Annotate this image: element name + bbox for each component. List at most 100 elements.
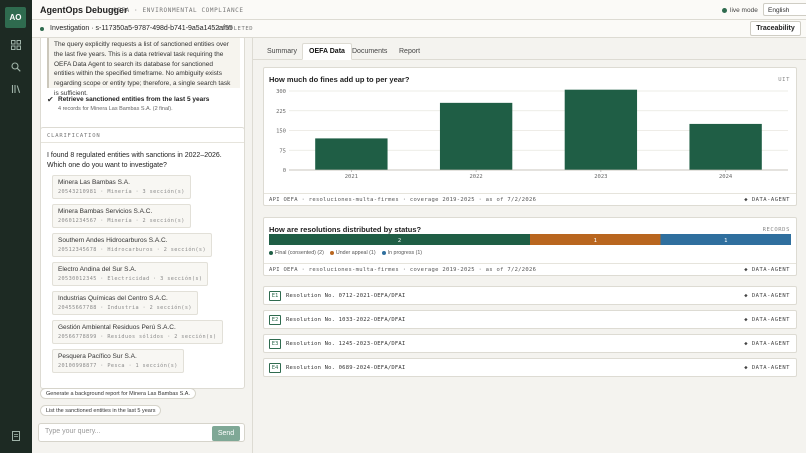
clarification-question: I found 8 regulated entities with sancti… (47, 152, 222, 169)
legend-item: In progress (1) (381, 250, 423, 256)
entity-meta: 20512345678 · Hidrocarburos · 2 sección(… (58, 247, 206, 253)
tab-bar: Summary OEFA Data Documents Report (253, 40, 806, 60)
query-input[interactable] (45, 428, 205, 435)
status-segment-label: 2 (398, 238, 401, 244)
fines-panel: How much do fines add up to per year? UI… (263, 67, 797, 206)
x-tick-label: 2022 (470, 174, 483, 180)
right-toolbar (253, 20, 806, 38)
traceability-button[interactable]: Traceability (750, 21, 801, 36)
y-tick-label: 300 (276, 89, 286, 95)
evidence-badge: E3 (269, 339, 281, 349)
search-icon[interactable] (9, 60, 23, 74)
dashboard-icon[interactable] (9, 38, 23, 52)
status-stacked-bar: 2 1 1 (269, 234, 791, 245)
resolution-row[interactable]: E2 Resolution No. 1033-2022-OEFA/DFAI ◆ … (263, 310, 797, 329)
legend-dot-icon (329, 250, 334, 255)
status-title: How are resolutions distributed by statu… (269, 225, 422, 234)
entity-option[interactable]: Minera Las Bambas S.A. 20543210981 · Mine… (52, 175, 191, 199)
resolution-agent-label: ◆ DATA-AGENT (744, 317, 790, 323)
entity-name: Minera Bambas Servicios S.A.C. (58, 208, 153, 215)
entity-option[interactable]: Minera Bambas Servicios S.A.C. 2060123456… (52, 204, 191, 228)
status-agent-label: ◆ DATA-AGENT (744, 267, 790, 273)
clarification-card: CLARIFICATION I found 8 regulated entiti… (40, 127, 245, 389)
entity-name: Minera Las Bambas S.A. (58, 179, 130, 186)
resolution-row[interactable]: E4 Resolution No. 0689-2024-OEFA/DFAI ◆ … (263, 358, 797, 377)
x-tick-label: 2021 (345, 174, 358, 180)
status-segment-label: 1 (724, 238, 727, 244)
investigation-status-icon (40, 27, 44, 31)
investigation-status: COMPLETED (218, 26, 254, 32)
tab-documents[interactable]: Documents (346, 43, 393, 60)
legend-item: Final (consented) (2) (269, 250, 324, 256)
evidence-badge: E2 (269, 315, 281, 325)
entity-meta: 20601234567 · Minería · 2 sección(s) (58, 218, 185, 224)
evidence-badge: E1 (269, 291, 281, 301)
top-header: AgentOps Debugger OEFA · ENVIRONMENTAL C… (32, 0, 806, 20)
entity-option[interactable]: Electro Andina del Sur S.A. 20530012345 ·… (52, 262, 209, 286)
status-legend: Final (consented) (2) Under appeal (1) I… (269, 250, 422, 256)
resolution-row[interactable]: E1 Resolution No. 0712-2021-OEFA/DFAI ◆ … (263, 286, 797, 305)
resolution-text: Resolution No. 1033-2022-OEFA/DFAI (286, 317, 406, 323)
status-panel: How are resolutions distributed by statu… (263, 217, 797, 276)
fines-source: API OEFA · resoluciones-multa-firmes · c… (269, 197, 537, 203)
entity-meta: 20100998877 · Pesca · 1 sección(s) (58, 363, 178, 369)
legend-item: Under appeal (1) (329, 250, 376, 256)
bar (439, 102, 513, 170)
entity-meta: 20543210981 · Minería · 3 sección(s) (58, 189, 185, 195)
live-mode-label: live mode (730, 7, 758, 14)
x-tick-label: 2024 (719, 174, 733, 180)
status-segment-label: 1 (594, 238, 597, 244)
reasoning-text: The query explicitly requests a list of … (47, 38, 240, 97)
library-icon[interactable] (9, 82, 23, 96)
y-tick-label: 225 (276, 109, 286, 115)
fines-bar-chart: 0 75 150 225 300 2021 2022 2023 2024 (276, 89, 788, 180)
fines-unit-tag: UIT (778, 77, 790, 83)
entity-meta: 20530012345 · Electricidad · 3 sección(s… (58, 276, 203, 282)
resolution-text: Resolution No. 0712-2021-OEFA/DFAI (286, 293, 406, 299)
y-tick-label: 0 (283, 168, 286, 174)
investigation-bar: Investigation · s-117350a5-9787-498d-b74… (32, 20, 253, 38)
divider (41, 142, 244, 143)
result-title: Retrieve sanctioned entities from the la… (58, 96, 210, 103)
bar (689, 123, 762, 170)
bar (564, 89, 638, 170)
tab-summary[interactable]: Summary (261, 43, 303, 60)
language-select[interactable]: English⌄ (763, 3, 806, 16)
entity-option[interactable]: Gestión Ambiental Residuos Perú S.A.C. 20… (52, 320, 223, 344)
document-icon[interactable] (9, 429, 23, 443)
fines-title: How much do fines add up to per year? (269, 75, 410, 84)
fines-agent-label: ◆ DATA-AGENT (744, 197, 790, 203)
entity-option[interactable]: Pesquera Pacífico Sur S.A. 20100998877 · … (52, 349, 184, 373)
legend-dot-icon (381, 250, 386, 255)
resolution-agent-label: ◆ DATA-AGENT (744, 365, 790, 371)
app-subtitle: OEFA · ENVIRONMENTAL COMPLIANCE (113, 7, 244, 14)
left-rail: AO (0, 0, 32, 453)
legend-label: In progress (1) (387, 250, 423, 256)
investigation-title: Investigation · s-117350a5-9787-498d-b74… (50, 25, 233, 32)
tab-report[interactable]: Report (393, 43, 426, 60)
fines-footer: API OEFA · resoluciones-multa-firmes · c… (264, 193, 796, 205)
entity-name: Gestión Ambiental Residuos Perú S.A.C. (58, 324, 176, 331)
live-status-icon (722, 8, 727, 13)
live-mode-indicator[interactable]: live mode (722, 7, 758, 14)
bar (315, 138, 388, 170)
status-footer: API OEFA · resoluciones-multa-firmes · c… (264, 263, 796, 275)
app-logo: AO (5, 7, 26, 28)
y-tick-label: 75 (279, 148, 286, 154)
entity-option[interactable]: Southern Andes Hidrocarburos S.A.C. 20512… (52, 233, 212, 257)
resolution-text: Resolution No. 1245-2023-OEFA/DFAI (286, 341, 406, 347)
clarification-label: CLARIFICATION (47, 133, 101, 139)
entity-name: Pesquera Pacífico Sur S.A. (58, 353, 137, 360)
resolution-text: Resolution No. 0689-2024-OEFA/DFAI (286, 365, 406, 371)
legend-dot-icon (269, 250, 273, 255)
send-button[interactable]: Send (212, 426, 240, 441)
status-records-tag: RECORDS (762, 227, 790, 233)
y-tick-label: 150 (276, 129, 286, 135)
entity-name: Electro Andina del Sur S.A. (58, 266, 137, 273)
resolution-row[interactable]: E3 Resolution No. 1245-2023-OEFA/DFAI ◆ … (263, 334, 797, 353)
suggestion-chip[interactable]: Generate a background report for Minera … (40, 388, 196, 399)
entity-option[interactable]: Industrias Químicas del Centro S.A.C. 204… (52, 291, 198, 315)
tab-oefa-data[interactable]: OEFA Data (302, 43, 352, 60)
suggestion-chip[interactable]: List the sanctioned entities in the last… (40, 405, 162, 416)
legend-label: Under appeal (1) (335, 250, 376, 256)
